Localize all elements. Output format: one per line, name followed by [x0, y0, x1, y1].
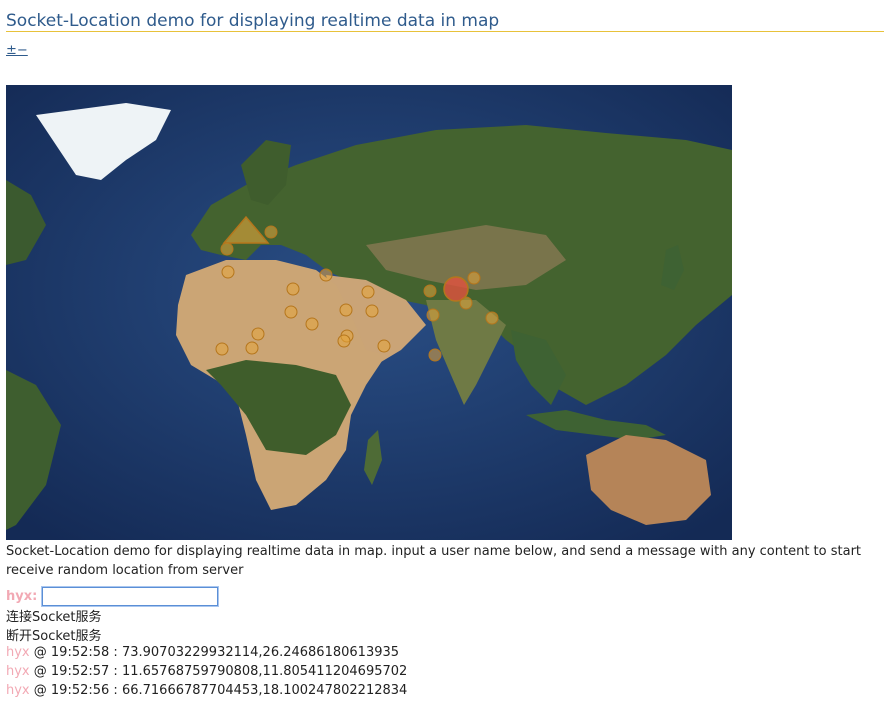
marker-dot[interactable] — [426, 308, 440, 322]
marker-dot[interactable] — [305, 317, 319, 331]
log-entry: hyx @ 19:52:57 : 11.65768759790808,11.80… — [6, 664, 408, 679]
marker-highlight[interactable] — [443, 276, 469, 302]
log-coords: 73.90703229932114,26.24686180613935 — [121, 645, 400, 660]
world-map[interactable] — [6, 85, 732, 540]
marker-dot[interactable] — [467, 271, 481, 285]
marker-dot[interactable] — [284, 305, 298, 319]
connect-socket-link[interactable]: 连接Socket服务 — [6, 606, 102, 625]
marker-dot[interactable] — [428, 348, 442, 362]
marker-dot[interactable] — [264, 225, 278, 239]
marker-dot[interactable] — [245, 341, 259, 355]
zoom-control[interactable]: ±− — [6, 43, 28, 58]
log-entry: hyx @ 19:52:56 : 66.71666787704453,18.10… — [6, 683, 408, 698]
message-input-row: hyx: — [6, 585, 220, 607]
log-user: hyx — [6, 664, 30, 679]
marker-dot[interactable] — [377, 339, 391, 353]
marker-dot[interactable] — [485, 311, 499, 325]
map-canvas[interactable] — [6, 85, 732, 540]
description-text: Socket-Location demo for displaying real… — [6, 544, 862, 578]
log-time: 19:52:57 — [50, 664, 110, 679]
marker-dot[interactable] — [361, 285, 375, 299]
message-input[interactable] — [41, 585, 220, 607]
marker-dot[interactable] — [423, 284, 437, 298]
marker-dot[interactable] — [365, 304, 379, 318]
marker-dot[interactable] — [215, 342, 229, 356]
marker-dot[interactable] — [337, 334, 351, 348]
marker-dot[interactable] — [221, 265, 235, 279]
marker-dot[interactable] — [251, 327, 265, 341]
log-coords: 66.71666787704453,18.100247802212834 — [121, 683, 408, 698]
log-user: hyx — [6, 683, 30, 698]
log-coords: 11.65768759790808,11.805411204695702 — [121, 664, 408, 679]
page-title: Socket-Location demo for displaying real… — [6, 11, 884, 32]
log-time: 19:52:56 — [50, 683, 110, 698]
log-user: hyx — [6, 645, 30, 660]
user-label: hyx: — [6, 588, 38, 604]
marker-dot[interactable] — [286, 282, 300, 296]
disconnect-socket-link[interactable]: 断开Socket服务 — [6, 625, 102, 644]
log-time: 19:52:58 — [50, 645, 110, 660]
log-entry: hyx @ 19:52:58 : 73.90703229932114,26.24… — [6, 645, 400, 660]
marker-dot[interactable] — [319, 268, 333, 282]
marker-dot[interactable] — [220, 242, 234, 256]
marker-dot[interactable] — [339, 303, 353, 317]
